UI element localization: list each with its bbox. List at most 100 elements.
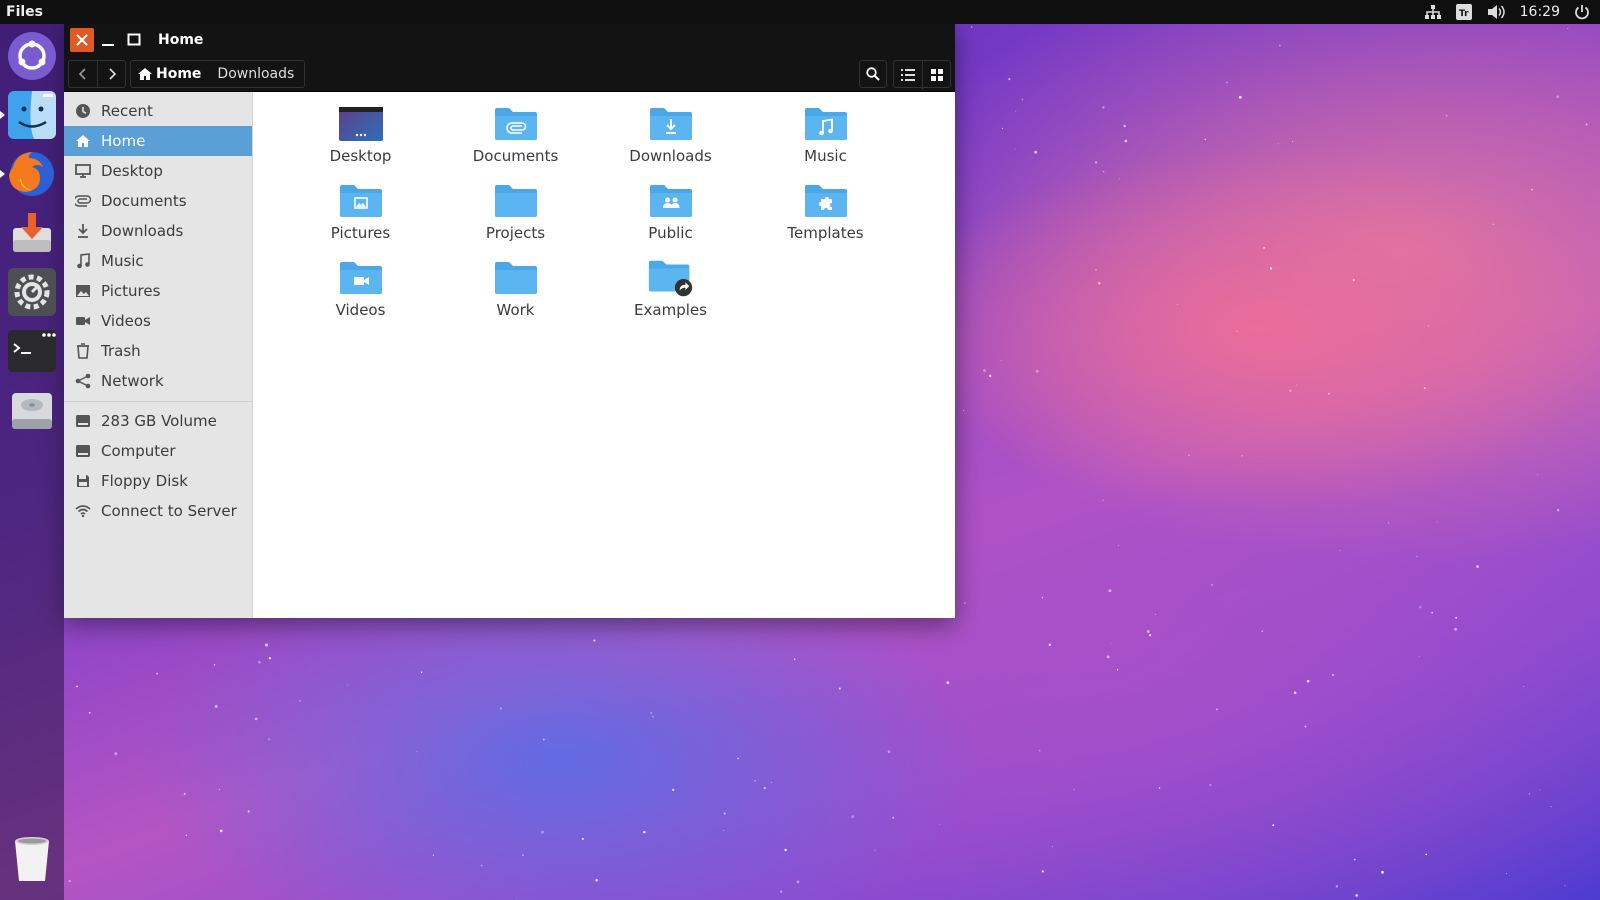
window-title: Home — [158, 32, 204, 48]
launcher-firefox[interactable] — [0, 148, 58, 200]
launcher-terminal[interactable] — [6, 325, 58, 377]
monitor-icon — [74, 162, 92, 180]
top-panel: Files Tr 16:29 — [0, 0, 1600, 24]
sidebar-item-home[interactable]: Home — [64, 126, 252, 156]
sidebar-separator — [64, 401, 252, 402]
trash-icon — [74, 342, 92, 360]
file-item-templates[interactable]: Templates — [748, 181, 903, 258]
file-item-public[interactable]: Public — [593, 181, 748, 258]
music-folder-icon — [802, 104, 850, 144]
gear-icon — [8, 268, 56, 316]
minimize-icon — [102, 44, 114, 46]
launcher-disk[interactable] — [6, 384, 58, 436]
breadcrumb: Home Downloads — [130, 59, 306, 88]
search-icon — [866, 66, 880, 81]
power-icon[interactable] — [1574, 0, 1590, 24]
chevron-right-icon — [108, 67, 116, 80]
videos-folder-icon — [337, 258, 385, 298]
drive-icon — [74, 442, 92, 460]
clock-icon — [74, 102, 92, 120]
terminal-icon — [8, 330, 56, 372]
grid-view-icon — [930, 68, 943, 81]
file-item-music[interactable]: Music — [748, 104, 903, 181]
view-mode-buttons — [893, 59, 951, 89]
image-icon — [74, 282, 92, 300]
titlebar: Home — [64, 24, 955, 56]
launcher-ubuntu-dash[interactable] — [6, 30, 58, 82]
sidebar-item-floppy-disk[interactable]: Floppy Disk — [64, 466, 252, 496]
launcher-trash[interactable] — [6, 833, 58, 885]
firefox-icon — [9, 152, 54, 196]
home-icon — [74, 132, 92, 150]
navigation-buttons — [68, 59, 126, 88]
desktop-folder-icon — [337, 104, 385, 144]
close-button[interactable] — [70, 28, 94, 52]
sidebar-item-music[interactable]: Music — [64, 246, 252, 276]
downloads-folder-icon — [647, 104, 695, 144]
download-arrow-icon — [74, 222, 92, 240]
files-window: Home Home Downloads Recent Home Desktop … — [64, 24, 955, 618]
active-app-name: Files — [6, 4, 43, 20]
sidebar-item-recent[interactable]: Recent — [64, 96, 252, 126]
clock[interactable]: 16:29 — [1520, 4, 1560, 20]
list-view-icon — [901, 68, 915, 81]
search-button[interactable] — [859, 59, 887, 88]
list-view-button[interactable] — [894, 61, 922, 89]
breadcrumb-home[interactable]: Home — [131, 61, 211, 87]
file-item-work[interactable]: Work — [438, 258, 593, 335]
sidebar-item-videos[interactable]: Videos — [64, 306, 252, 336]
documents-folder-icon — [492, 104, 540, 144]
keyboard-layout-icon[interactable]: Tr — [1455, 0, 1472, 24]
templates-folder-icon — [802, 181, 850, 221]
folder-icon — [492, 258, 540, 298]
sidebar-item-network[interactable]: Network — [64, 366, 252, 396]
music-note-icon — [74, 252, 92, 270]
grid-view-button[interactable] — [922, 60, 950, 89]
launcher-software-center[interactable] — [6, 207, 58, 259]
sidebar-item-connect-to-server[interactable]: Connect to Server — [64, 496, 252, 526]
sidebar-item-computer[interactable]: Computer — [64, 436, 252, 466]
file-view: Desktop Documents Downloads Music Pictur… — [253, 92, 955, 618]
forward-button[interactable] — [97, 60, 125, 87]
wifi-icon — [74, 502, 92, 520]
sidebar-item-desktop[interactable]: Desktop — [64, 156, 252, 186]
paperclip-icon — [74, 192, 92, 210]
minimize-button[interactable] — [96, 28, 120, 52]
download-box-icon — [13, 213, 51, 252]
sidebar-item-documents[interactable]: Documents — [64, 186, 252, 216]
file-item-documents[interactable]: Documents — [438, 104, 593, 181]
finder-face-icon — [8, 91, 56, 139]
folder-icon — [492, 181, 540, 221]
home-icon — [138, 67, 152, 80]
svg-text:Tr: Tr — [1459, 9, 1469, 19]
file-item-videos[interactable]: Videos — [283, 258, 438, 335]
maximize-button[interactable] — [122, 28, 146, 52]
toolbar: Home Downloads — [64, 56, 955, 92]
ubuntu-logo-icon — [8, 32, 56, 80]
sidebar-item-trash[interactable]: Trash — [64, 336, 252, 366]
floppy-icon — [74, 472, 92, 490]
back-button[interactable] — [69, 61, 97, 87]
places-sidebar: Recent Home Desktop Documents Downloads … — [64, 92, 253, 618]
file-item-projects[interactable]: Projects — [438, 181, 593, 258]
chevron-left-icon — [78, 67, 86, 80]
sidebar-item-volume[interactable]: 283 GB Volume — [64, 406, 252, 436]
maximize-icon — [127, 33, 141, 46]
file-item-downloads[interactable]: Downloads — [593, 104, 748, 181]
sidebar-item-downloads[interactable]: Downloads — [64, 216, 252, 246]
video-camera-icon — [74, 312, 92, 330]
close-icon — [76, 34, 88, 46]
examples-link-folder-icon — [647, 258, 695, 298]
breadcrumb-downloads[interactable]: Downloads — [211, 61, 304, 87]
hard-drive-icon — [12, 393, 52, 429]
launcher-system-settings[interactable] — [6, 266, 58, 318]
share-network-icon — [74, 372, 92, 390]
sidebar-item-pictures[interactable]: Pictures — [64, 276, 252, 306]
network-icon[interactable] — [1424, 0, 1442, 24]
pictures-folder-icon — [337, 181, 385, 221]
file-item-pictures[interactable]: Pictures — [283, 181, 438, 258]
launcher-files[interactable] — [0, 89, 58, 141]
file-item-examples[interactable]: Examples — [593, 258, 748, 335]
file-item-desktop[interactable]: Desktop — [283, 104, 438, 181]
volume-icon[interactable] — [1486, 0, 1506, 24]
